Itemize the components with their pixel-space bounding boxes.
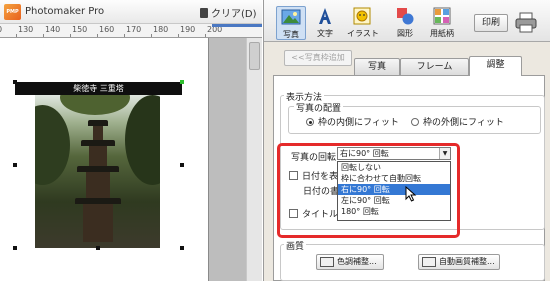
toolbar-photo-button[interactable]: 写真: [276, 6, 306, 40]
ruler-page-marker: [212, 24, 262, 27]
photo-frame[interactable]: [35, 95, 160, 248]
pagoda-storey: [93, 126, 103, 140]
color-adjust-button[interactable]: 色調補整...: [316, 254, 384, 270]
toolbar-shapes-button[interactable]: 図形: [390, 6, 420, 40]
vertical-scrollbar[interactable]: [246, 38, 262, 281]
rotation-option[interactable]: 枠に合わせて自動回転: [338, 173, 450, 184]
pagoda-storey: [89, 146, 107, 166]
radio-fit-outside-label: 枠の外側にフィット: [423, 118, 504, 128]
clear-label: クリア(D): [211, 9, 257, 20]
horizontal-ruler: 0 130 140 150 160 170 180 190 200: [0, 24, 262, 38]
resize-handle[interactable]: [180, 163, 184, 167]
ruler-tick: 150: [69, 25, 88, 37]
mouse-cursor-icon: [405, 186, 417, 202]
main-toolbar: 写真 文字 イラスト 図形 用紙柄 印刷: [264, 0, 550, 42]
scrollbar-thumb[interactable]: [249, 42, 260, 70]
ruler-tick: 140: [42, 25, 61, 37]
ruler-tick: 0: [0, 25, 2, 34]
add-photo-frame-button[interactable]: <<写真枠追加: [284, 50, 352, 66]
toolbar-paper-pattern-label: 用紙柄: [430, 29, 454, 38]
toolbar-text-label: 文字: [317, 29, 333, 38]
print-button[interactable]: 印刷: [474, 14, 508, 32]
app-title: Photomaker Pro: [25, 6, 105, 17]
ruler-tick: 130: [15, 25, 34, 37]
resize-handle[interactable]: [13, 246, 17, 250]
rotation-select-value: 右に90° 回転: [340, 149, 389, 158]
auto-quality-icon: [422, 257, 436, 267]
ruler-tick: 180: [150, 25, 169, 37]
color-adjust-label: 色調補整...: [337, 257, 377, 266]
rotation-dropdown-list: 回転しない 枠に合わせて自動回転 右に90° 回転 左に90° 回転 180° …: [337, 161, 451, 221]
toolbar-shapes-label: 図形: [397, 29, 413, 38]
clear-button[interactable]: クリア(D): [200, 5, 257, 20]
rotation-option[interactable]: 180° 回転: [338, 206, 450, 217]
color-adjust-icon: [320, 257, 334, 267]
radio-dot: [411, 118, 419, 126]
shapes-icon: [397, 8, 414, 25]
app-titlebar: PMP Photomaker Pro クリア(D): [0, 0, 262, 24]
rotation-option-selected[interactable]: 右に90° 回転: [338, 184, 450, 195]
tab-photo[interactable]: 写真: [354, 58, 400, 75]
toolbar-paper-pattern-button[interactable]: 用紙柄: [425, 6, 459, 40]
tab-frame[interactable]: フレーム: [400, 58, 469, 75]
toolbar-text-button[interactable]: 文字: [310, 6, 340, 40]
resize-handle[interactable]: [96, 246, 100, 250]
pagoda-storey: [86, 172, 110, 198]
radio-fit-outside[interactable]: 枠の外側にフィット: [411, 115, 504, 128]
radio-fit-inside-label: 枠の内側にフィット: [318, 118, 399, 128]
resize-handle[interactable]: [13, 163, 17, 167]
auto-quality-button[interactable]: 自動画質補整...: [418, 254, 500, 270]
toolbar-illustration-label: イラスト: [347, 29, 379, 38]
photo-foliage: [35, 105, 70, 185]
radio-fit-inside[interactable]: 枠の内側にフィット: [306, 115, 399, 128]
rotation-option[interactable]: 回転しない: [338, 162, 450, 173]
paper-pattern-icon: [433, 7, 451, 25]
ruler-tick: 170: [123, 25, 142, 37]
rotation-select[interactable]: 右に90° 回転 ▼: [337, 147, 451, 160]
printer-icon[interactable]: [514, 12, 538, 34]
app-logo: PMP: [4, 4, 21, 20]
ruler-tick: 190: [177, 25, 196, 37]
resize-handle[interactable]: [13, 80, 17, 84]
auto-quality-label: 自動画質補整...: [439, 257, 495, 266]
chevron-down-icon[interactable]: ▼: [439, 148, 450, 159]
placement-label: 写真の配置: [294, 101, 344, 114]
text-icon: [319, 8, 331, 24]
photo-caption[interactable]: 柴徳寺 三重塔: [15, 82, 182, 95]
illustration-icon: [353, 7, 371, 25]
trash-icon: [200, 8, 208, 18]
ruler-tick: 160: [96, 25, 115, 37]
rotate-handle[interactable]: [180, 80, 184, 84]
photo-icon: [281, 9, 301, 25]
rotation-option[interactable]: 左に90° 回転: [338, 195, 450, 206]
pagoda-image: [75, 110, 121, 242]
photo-foliage: [125, 95, 160, 185]
pagoda-storey: [83, 204, 113, 242]
resize-handle[interactable]: [180, 246, 184, 250]
rotation-label: 写真の回転: [291, 153, 337, 163]
tab-adjust[interactable]: 調整: [469, 56, 522, 76]
image-quality-label: 画質: [284, 239, 307, 252]
toolbar-photo-label: 写真: [283, 30, 299, 39]
radio-dot: [306, 118, 314, 126]
toolbar-illustration-button[interactable]: イラスト: [347, 6, 379, 40]
